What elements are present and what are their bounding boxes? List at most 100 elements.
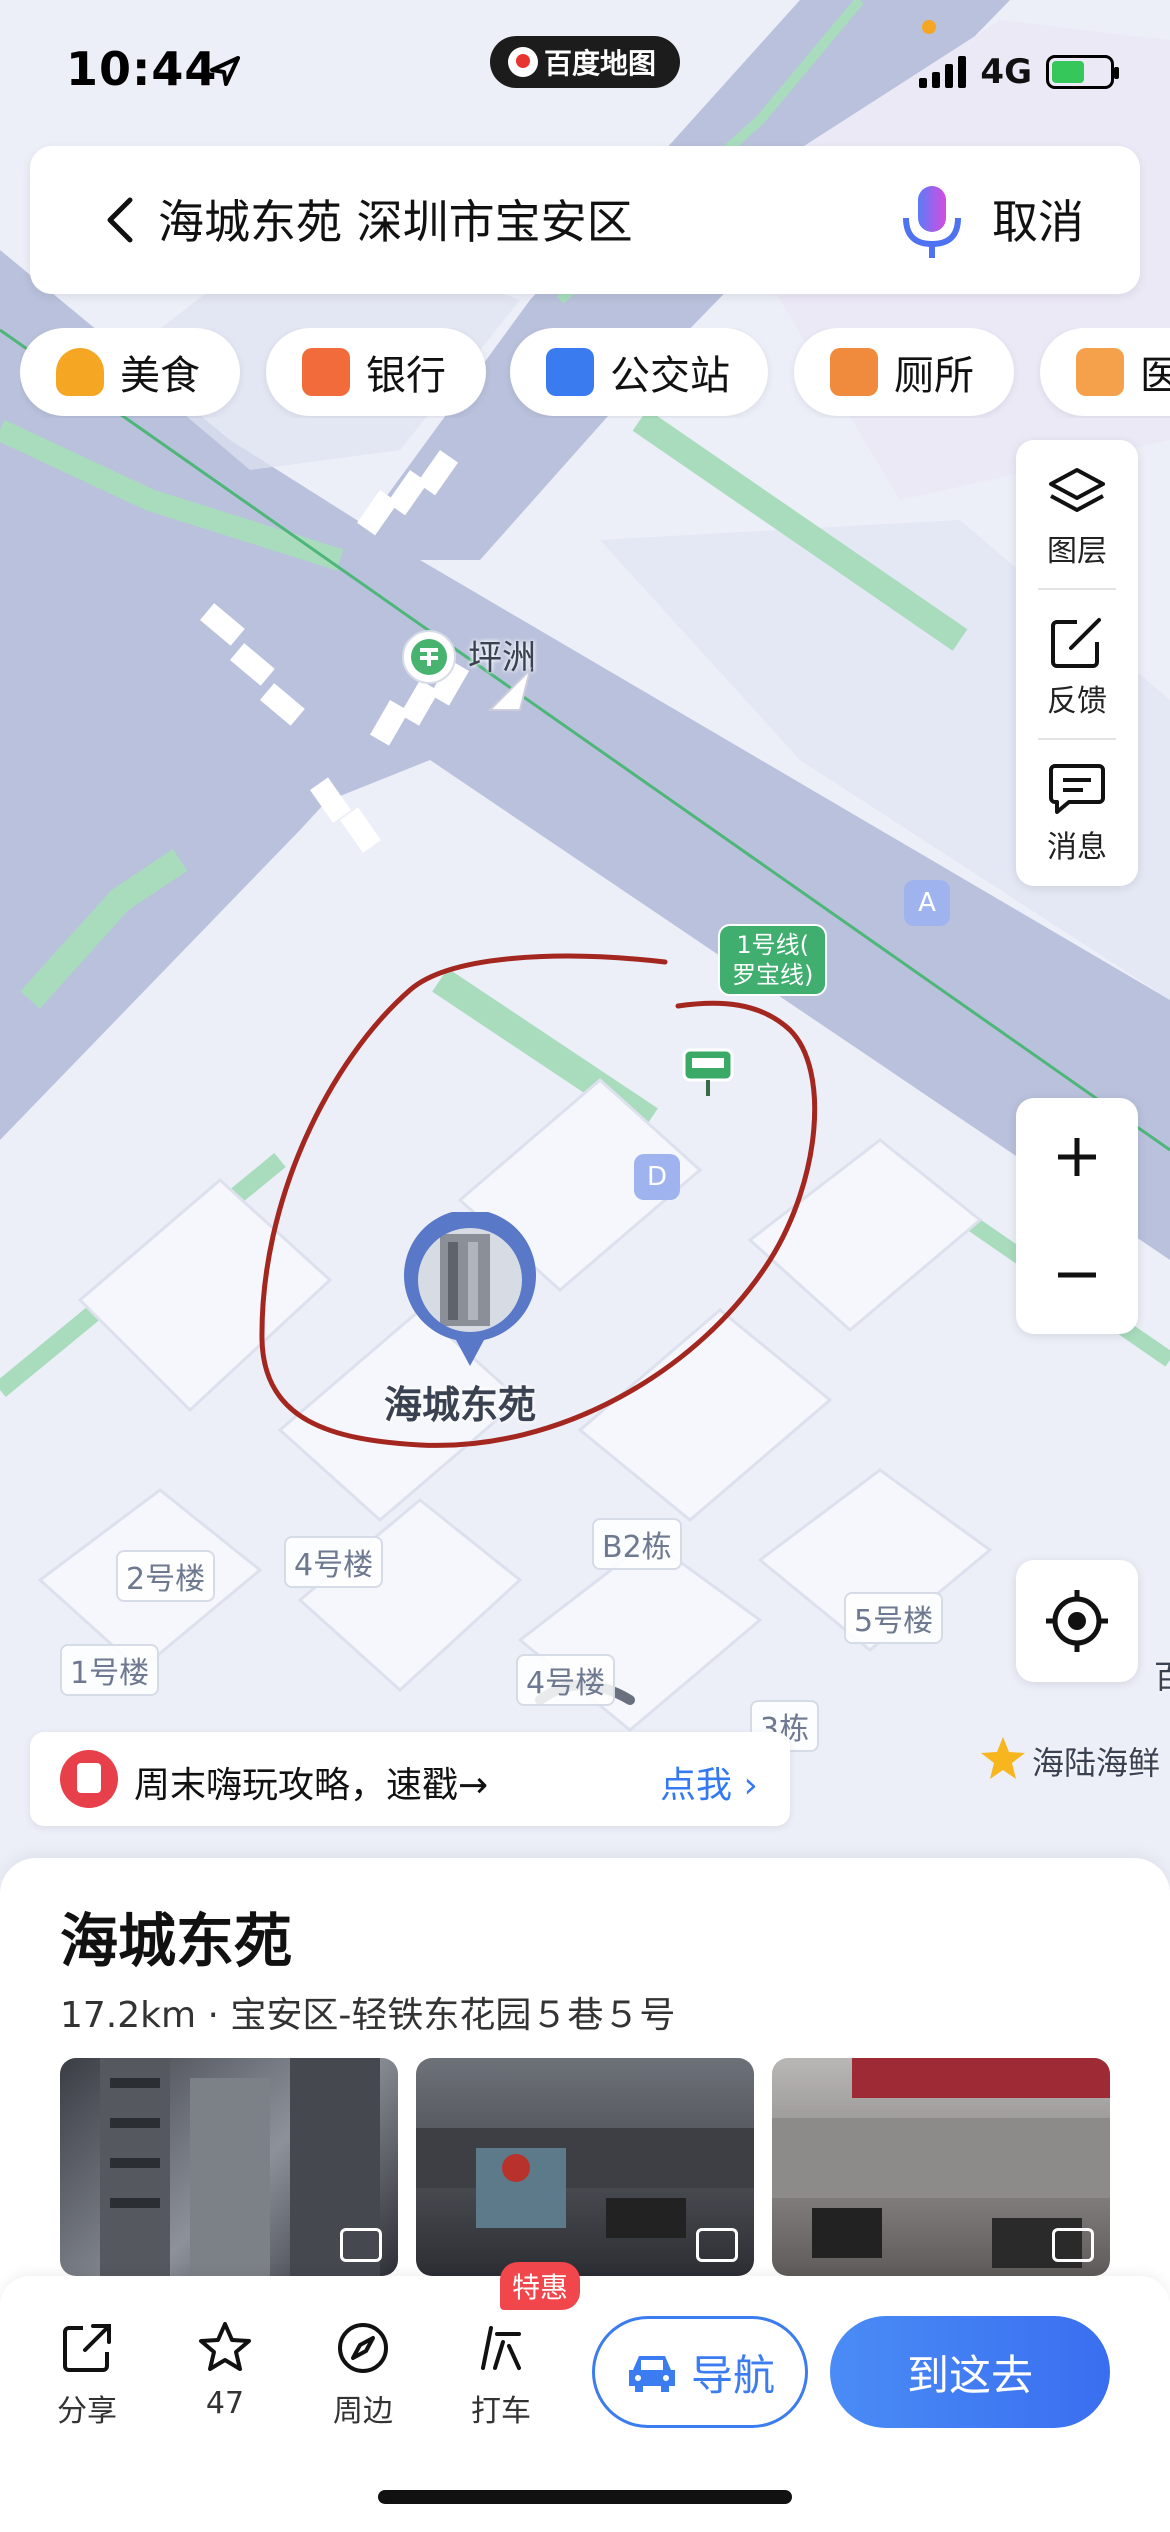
- search-query[interactable]: 海城东苑 深圳市宝安区: [158, 186, 633, 252]
- nearby-button[interactable]: 周边: [308, 2320, 418, 2430]
- place-photo[interactable]: [60, 2058, 398, 2276]
- locate-me-button[interactable]: [1016, 1560, 1138, 1682]
- poi-label[interactable]: 海陆海鲜: [1032, 1738, 1160, 1784]
- app-indicator-pill[interactable]: 百度地图: [490, 36, 680, 88]
- metro-station-icon[interactable]: [400, 628, 458, 686]
- status-icons: 4G: [919, 52, 1119, 92]
- chip-label: 银行: [366, 353, 446, 399]
- status-bar: 10:44 百度地图 4G: [0, 0, 1170, 140]
- layers-button[interactable]: 图层: [1016, 440, 1138, 580]
- zoom-controls: [1016, 1098, 1138, 1334]
- car-icon: [628, 2356, 675, 2392]
- place-subtitle: 17.2km · 宝安区-轻铁东花园５巷５号: [60, 1995, 676, 2036]
- direction-arrow-icon: [487, 666, 532, 711]
- promo-icon: [60, 1750, 118, 1808]
- location-arrow-icon: [210, 56, 240, 86]
- place-marker-icon[interactable]: [400, 1212, 540, 1372]
- minus-icon: [1058, 1272, 1096, 1278]
- metro-line-badge-line1: 1号线(: [736, 931, 809, 959]
- battery-icon: [1046, 55, 1119, 89]
- chip-hospital[interactable]: 医: [1040, 328, 1170, 416]
- star-poi-icon[interactable]: [978, 1734, 1028, 1784]
- feedback-label: 反馈: [1047, 684, 1107, 719]
- bus-stop-icon: [546, 348, 594, 396]
- building-label[interactable]: 4号楼: [516, 1654, 616, 1706]
- deal-badge: 特惠: [500, 2262, 581, 2310]
- place-photo[interactable]: [416, 2058, 754, 2276]
- message-bubble-icon: [1049, 764, 1105, 814]
- network-type: 4G: [980, 52, 1032, 92]
- place-photo[interactable]: [772, 2058, 1110, 2276]
- share-button[interactable]: 分享: [32, 2320, 142, 2430]
- building-label[interactable]: 2号楼: [116, 1550, 216, 1602]
- taxi-label: 打车: [471, 2394, 531, 2429]
- messages-label: 消息: [1047, 830, 1107, 865]
- action-bar: 分享 47 周边 打车 特惠 导航 到这去: [0, 2262, 1170, 2532]
- chip-food[interactable]: 美食: [20, 328, 240, 416]
- zoom-in-button[interactable]: [1016, 1098, 1138, 1216]
- star-outline-icon: [199, 2322, 251, 2371]
- building-label[interactable]: 1号楼: [60, 1644, 160, 1696]
- toilet-icon: [830, 348, 878, 396]
- layers-label: 图层: [1047, 534, 1107, 569]
- chip-label: 美食: [120, 353, 200, 399]
- chip-bus-stop[interactable]: 公交站: [510, 328, 768, 416]
- building-label[interactable]: B2栋: [592, 1518, 682, 1570]
- favorite-count: 47: [205, 2386, 245, 2421]
- feedback-edit-icon: [1051, 618, 1101, 668]
- food-icon: [56, 348, 104, 396]
- home-indicator: [378, 2490, 792, 2504]
- navigate-label: 导航: [690, 2350, 775, 2400]
- map-tool-panel: 图层 反馈 消息: [1016, 440, 1138, 886]
- search-bar[interactable]: 海城东苑 深圳市宝安区 取消: [30, 146, 1140, 294]
- building-label[interactable]: 4号楼: [284, 1536, 384, 1588]
- bus-stop-map-icon[interactable]: [682, 1046, 734, 1098]
- chip-label: 厕所: [894, 353, 974, 399]
- plus-icon: [1058, 1138, 1096, 1176]
- layers-icon: [1049, 468, 1105, 512]
- edge-label: 百: [1154, 1652, 1170, 1698]
- baidu-map-logo-icon: [508, 47, 538, 77]
- bank-card-icon: [302, 348, 350, 396]
- zoom-out-button[interactable]: [1016, 1216, 1138, 1334]
- chip-bank[interactable]: 银行: [266, 328, 486, 416]
- microphone-icon[interactable]: [896, 182, 968, 262]
- chip-label: 医: [1140, 353, 1170, 399]
- building-label[interactable]: 5号楼: [844, 1592, 944, 1644]
- taxi-button[interactable]: 打车: [446, 2320, 556, 2430]
- share-label: 分享: [57, 2394, 117, 2429]
- compass-icon: [338, 2323, 388, 2373]
- category-chips: 美食 银行 公交站 厕所 医: [20, 328, 1170, 418]
- cancel-button[interactable]: 取消: [992, 186, 1084, 252]
- gallery-icon: [696, 2228, 738, 2262]
- metro-line-badge-line2: 罗宝线): [732, 961, 814, 989]
- signal-bars-icon: [919, 56, 967, 88]
- navigate-button[interactable]: 导航: [592, 2316, 808, 2428]
- metro-line-badge[interactable]: 1号线( 罗宝线): [718, 924, 828, 996]
- go-here-button[interactable]: 到这去: [830, 2316, 1110, 2428]
- place-title: 海城东苑: [60, 1907, 293, 1975]
- locate-target-icon: [1046, 1590, 1108, 1652]
- back-arrow-icon[interactable]: [92, 190, 152, 250]
- favorite-button[interactable]: 47: [170, 2320, 280, 2421]
- nearby-label: 周边: [333, 2394, 393, 2429]
- messages-button[interactable]: 消息: [1016, 736, 1138, 876]
- chip-label: 公交站: [610, 353, 730, 399]
- exit-a-badge[interactable]: A: [904, 880, 950, 926]
- gallery-icon: [1052, 2228, 1094, 2262]
- gallery-icon: [340, 2228, 382, 2262]
- share-icon: [63, 2324, 111, 2372]
- promo-text: 周末嗨玩攻略，速戳→: [134, 1765, 489, 1806]
- chevron-right-icon: ›: [743, 1765, 758, 1806]
- promo-banner[interactable]: 周末嗨玩攻略，速戳→ 点我 ›: [30, 1732, 790, 1826]
- promo-link-label: 点我: [660, 1765, 733, 1806]
- app-pill-label: 百度地图: [544, 47, 657, 80]
- chip-toilet[interactable]: 厕所: [794, 328, 1014, 416]
- taxi-icon: [481, 2326, 521, 2370]
- feedback-button[interactable]: 反馈: [1016, 590, 1138, 730]
- privacy-indicator: [922, 20, 936, 34]
- exit-d-badge[interactable]: D: [634, 1154, 680, 1200]
- place-marker-label: 海城东苑: [384, 1383, 537, 1427]
- promo-link[interactable]: 点我 ›: [660, 1756, 758, 1808]
- hospital-icon: [1076, 348, 1124, 396]
